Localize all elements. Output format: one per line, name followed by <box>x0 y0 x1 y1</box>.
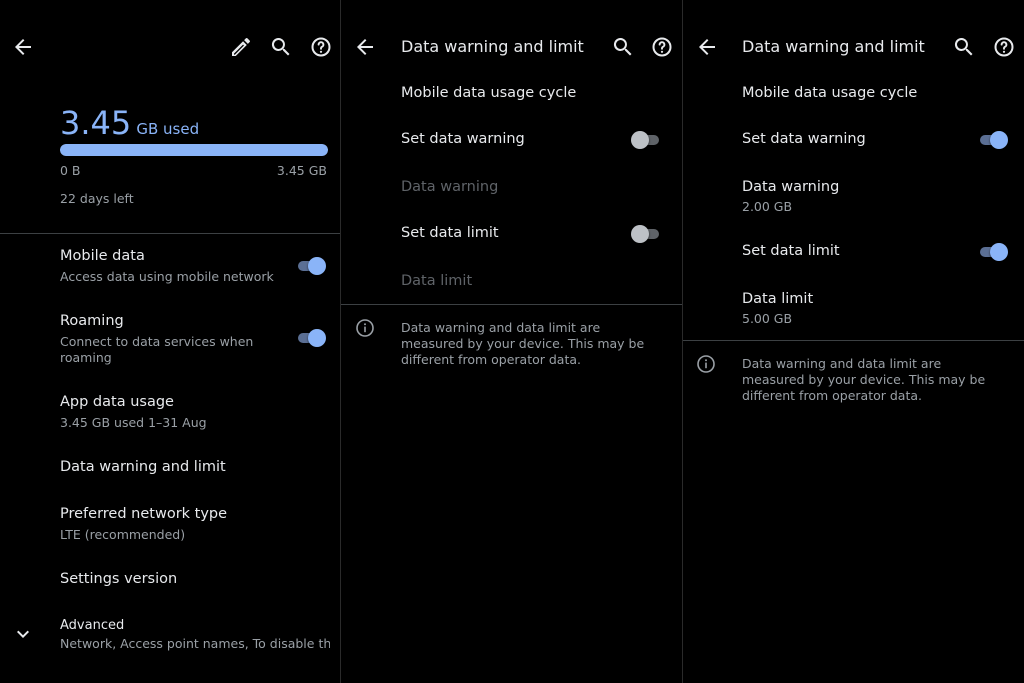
app-data-usage-row[interactable]: App data usage 3.45 GB used 1–31 Aug <box>0 390 341 434</box>
set-data-limit-toggle[interactable] <box>978 242 1008 262</box>
data-usage-summary: 3.45 GB used <box>60 104 199 142</box>
mobile-network-panel: 3.45 GB used 0 B 3.45 GB 22 days left Mo… <box>0 0 341 683</box>
set-data-warning-title: Set data warning <box>742 131 866 147</box>
measurement-note: Data warning and data limit are measured… <box>401 320 645 367</box>
advanced-row[interactable]: Advanced Network, Access point names, To… <box>0 614 341 658</box>
measurement-note: Data warning and data limit are measured… <box>742 356 986 403</box>
page-title: Data warning and limit <box>401 37 584 56</box>
back-arrow-icon[interactable] <box>695 35 719 59</box>
preferred-network-type-row[interactable]: Preferred network type LTE (recommended) <box>0 502 341 546</box>
data-limit-value: 5.00 GB <box>742 311 793 326</box>
data-warning-limit-title: Data warning and limit <box>60 459 226 475</box>
preferred-network-type-title: Preferred network type <box>60 506 228 522</box>
data-warning-title: Data warning <box>742 179 840 195</box>
info-icon <box>694 352 718 376</box>
app-data-usage-title: App data usage <box>60 394 174 410</box>
mobile-data-row[interactable]: Mobile data Access data using mobile net… <box>0 244 341 294</box>
set-data-limit-row[interactable]: Set data limit <box>683 238 1024 268</box>
data-warning-row[interactable]: Data warning 2.00 GB <box>683 175 1024 219</box>
help-icon[interactable] <box>309 35 333 59</box>
roaming-subtitle: Connect to data services when roaming <box>60 334 254 365</box>
preferred-network-type-subtitle: LTE (recommended) <box>60 527 186 542</box>
usage-range-max: 3.45 GB <box>276 163 327 178</box>
back-arrow-icon[interactable] <box>11 35 35 59</box>
search-icon[interactable] <box>952 35 976 59</box>
set-data-limit-toggle[interactable] <box>631 224 661 244</box>
usage-progress-fill <box>60 144 328 156</box>
data-warning-limit-row[interactable]: Data warning and limit <box>0 455 341 485</box>
divider <box>0 233 340 234</box>
set-data-warning-toggle[interactable] <box>978 130 1008 150</box>
mobile-data-subtitle: Access data using mobile network <box>60 269 274 284</box>
usage-amount: 3.45 <box>60 104 132 142</box>
set-data-limit-row[interactable]: Set data limit <box>341 220 683 250</box>
advanced-title: Advanced <box>60 618 125 633</box>
days-left: 22 days left <box>60 191 134 206</box>
data-limit-title: Data limit <box>742 291 814 307</box>
data-warning-item: Data warning <box>401 179 499 195</box>
roaming-title: Roaming <box>60 313 124 329</box>
search-icon[interactable] <box>611 35 635 59</box>
help-icon[interactable] <box>650 35 674 59</box>
set-data-limit-title: Set data limit <box>401 225 499 241</box>
mobile-data-title: Mobile data <box>60 248 145 264</box>
set-data-warning-title: Set data warning <box>401 131 525 147</box>
search-icon[interactable] <box>269 35 293 59</box>
divider <box>683 340 1024 341</box>
set-data-limit-title: Set data limit <box>742 243 840 259</box>
help-icon[interactable] <box>992 35 1016 59</box>
data-warning-value: 2.00 GB <box>742 199 793 214</box>
usage-progress-bar <box>60 144 328 156</box>
usage-cycle-item[interactable]: Mobile data usage cycle <box>742 85 917 101</box>
data-warning-limit-panel-on: Data warning and limit Mobile data usage… <box>683 0 1024 683</box>
back-arrow-icon[interactable] <box>353 35 377 59</box>
app-data-usage-subtitle: 3.45 GB used 1–31 Aug <box>60 415 207 430</box>
data-limit-item: Data limit <box>401 273 473 289</box>
info-icon <box>353 316 377 340</box>
edit-pencil-icon[interactable] <box>229 35 253 59</box>
usage-unit: GB used <box>136 120 200 138</box>
roaming-toggle[interactable] <box>296 328 326 348</box>
advanced-subtitle: Network, Access point names, To disable … <box>60 636 330 651</box>
set-data-warning-toggle[interactable] <box>631 130 661 150</box>
divider <box>341 304 682 305</box>
usage-cycle-item[interactable]: Mobile data usage cycle <box>401 85 576 101</box>
data-limit-row[interactable]: Data limit 5.00 GB <box>683 287 1024 331</box>
page-title: Data warning and limit <box>742 37 925 56</box>
settings-version-row[interactable]: Settings version <box>0 567 341 597</box>
set-data-warning-row[interactable]: Set data warning <box>341 126 683 156</box>
chevron-down-icon <box>11 622 35 646</box>
screen: 3.45 GB used 0 B 3.45 GB 22 days left Mo… <box>0 0 1024 683</box>
roaming-row[interactable]: Roaming Connect to data services when ro… <box>0 309 341 365</box>
set-data-warning-row[interactable]: Set data warning <box>683 126 1024 156</box>
data-warning-limit-panel-off: Data warning and limit Mobile data usage… <box>341 0 683 683</box>
usage-range-min: 0 B <box>60 163 81 178</box>
mobile-data-toggle[interactable] <box>296 256 326 276</box>
settings-version-title: Settings version <box>60 571 178 587</box>
